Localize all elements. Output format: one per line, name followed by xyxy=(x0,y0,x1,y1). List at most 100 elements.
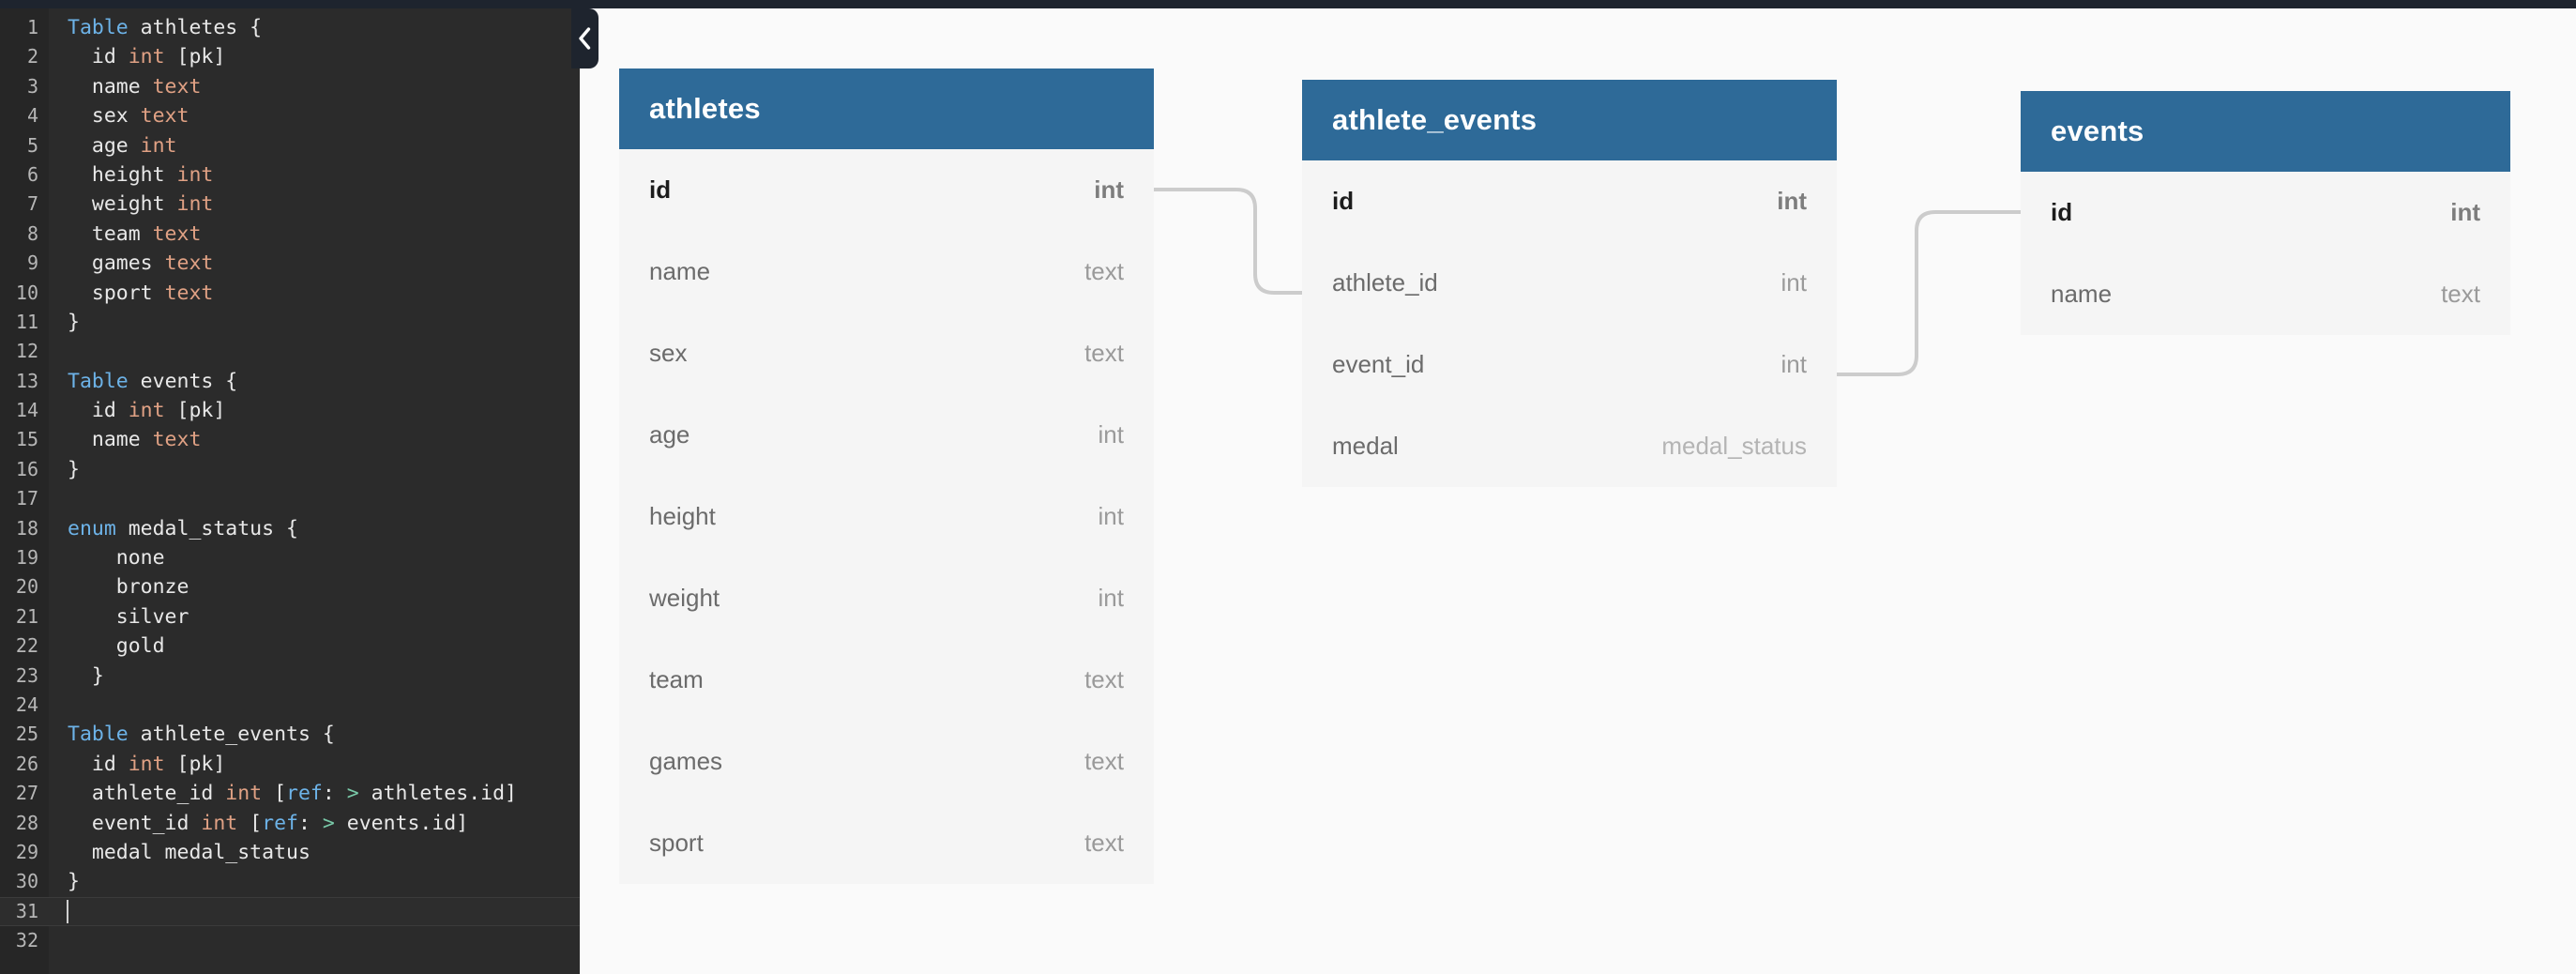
code-token: int xyxy=(128,45,165,69)
code-line[interactable]: 12 xyxy=(0,337,580,366)
code-line[interactable]: 11} xyxy=(0,308,580,337)
table-field-row[interactable]: id int xyxy=(2021,172,2510,253)
field-type: medal_status xyxy=(1661,432,1807,460)
table-card[interactable]: athletes id int name text sex text age int height… xyxy=(619,68,1154,884)
code-line[interactable]: 9 games text xyxy=(0,249,580,278)
table-card-header[interactable]: athletes xyxy=(619,68,1154,149)
line-text: sport text xyxy=(49,279,580,308)
code-line[interactable]: 31 xyxy=(0,896,580,927)
code-line[interactable]: 30} xyxy=(0,867,580,896)
line-text: none xyxy=(49,543,580,572)
code-token: enum xyxy=(68,516,116,540)
table-card[interactable]: events id int name text xyxy=(2021,91,2510,335)
field-name: athlete_id xyxy=(1332,268,1438,297)
line-text: id int [pk] xyxy=(49,42,580,71)
line-number: 5 xyxy=(26,133,38,157)
code-line[interactable]: 7 weight int xyxy=(0,190,580,219)
code-line[interactable]: 25 Table athlete_events { xyxy=(0,720,580,749)
code-line[interactable]: 20 bronze xyxy=(0,572,580,601)
field-name: sex xyxy=(649,339,688,367)
code-token: } xyxy=(68,663,104,688)
relationship-line[interactable] xyxy=(1837,210,2021,376)
code-token: [pk] xyxy=(164,752,226,776)
code-line[interactable]: 14 id int [pk] xyxy=(0,396,580,425)
code-token: text xyxy=(152,74,202,99)
code-token: int xyxy=(201,811,238,835)
editor-code-area[interactable]: 1 Table athletes {2 id int [pk] 3 name tex… xyxy=(0,8,580,974)
code-line[interactable]: 28 event_id int [ref: > events.id] xyxy=(0,809,580,838)
diagram-canvas[interactable]: athletes id int name text sex text age int height… xyxy=(580,8,2576,974)
code-line[interactable]: 18 enum medal_status { xyxy=(0,514,580,543)
code-token: athlete_events { xyxy=(128,723,335,747)
code-line[interactable]: 10 sport text xyxy=(0,279,580,308)
code-token: bronze xyxy=(68,575,189,600)
table-card-header[interactable]: athlete_events xyxy=(1302,80,1837,160)
line-number: 7 xyxy=(26,192,38,216)
table-field-row[interactable]: sport text xyxy=(619,802,1154,884)
code-token: none xyxy=(68,546,165,571)
code-line[interactable]: 27 athlete_id int [ref: > athletes.id] xyxy=(0,779,580,808)
table-field-row[interactable]: id int xyxy=(619,149,1154,231)
code-line[interactable]: 8 team text xyxy=(0,220,580,249)
line-text: silver xyxy=(49,602,580,632)
table-field-row[interactable]: sex text xyxy=(619,312,1154,394)
line-text: medal medal_status xyxy=(49,838,580,867)
code-line[interactable]: 32 xyxy=(0,926,580,955)
code-token: [pk] xyxy=(164,399,226,423)
code-line[interactable]: 3 name text xyxy=(0,72,580,101)
code-line[interactable]: 4 sex text xyxy=(0,101,580,130)
code-line[interactable]: 16} xyxy=(0,455,580,484)
code-token: [ xyxy=(237,811,263,835)
line-number: 15 xyxy=(15,428,38,451)
code-line[interactable]: 23 } xyxy=(0,662,580,691)
code-line[interactable]: 29 medal medal_status xyxy=(0,838,580,867)
code-line[interactable]: 13 Table events { xyxy=(0,367,580,396)
app-root: 1 Table athletes {2 id int [pk] 3 name tex… xyxy=(0,0,2576,974)
line-number: 21 xyxy=(15,604,38,628)
table-field-row[interactable]: name text xyxy=(619,231,1154,312)
field-name: id xyxy=(2051,198,2073,226)
table-field-row[interactable]: height int xyxy=(619,476,1154,557)
table-field-row[interactable]: medal medal_status xyxy=(1302,405,1837,487)
code-line[interactable]: 26 id int [pk] xyxy=(0,750,580,779)
code-token: Table xyxy=(68,723,129,747)
code-line[interactable]: 17 xyxy=(0,484,580,513)
table-field-row[interactable]: team text xyxy=(619,639,1154,721)
line-number: 23 xyxy=(15,663,38,687)
dbml-code-editor[interactable]: 1 Table athletes {2 id int [pk] 3 name tex… xyxy=(0,8,580,974)
table-card-body: id int name text xyxy=(2021,172,2510,335)
table-field-row[interactable]: age int xyxy=(619,394,1154,476)
line-number: 22 xyxy=(15,634,38,658)
code-line[interactable]: 24 xyxy=(0,691,580,720)
relationship-line[interactable] xyxy=(1154,188,1302,295)
code-line[interactable]: 19 none xyxy=(0,543,580,572)
code-line[interactable]: 21 silver xyxy=(0,602,580,632)
field-type: text xyxy=(1084,829,1124,857)
line-text: } xyxy=(49,867,580,896)
code-line[interactable]: 5 age int xyxy=(0,131,580,160)
line-number: 6 xyxy=(26,162,38,186)
table-field-row[interactable]: id int xyxy=(1302,160,1837,242)
code-token: silver xyxy=(68,604,189,629)
line-text: athlete_id int [ref: > athletes.id] xyxy=(49,779,580,808)
table-field-row[interactable]: athlete_id int xyxy=(1302,242,1837,324)
table-card[interactable]: athlete_events id int athlete_id int event_id… xyxy=(1302,80,1837,487)
code-token: Table xyxy=(68,369,129,393)
table-card-header[interactable]: events xyxy=(2021,91,2510,172)
code-line[interactable]: 1 Table athletes { xyxy=(0,13,580,42)
code-line[interactable]: 6 height int xyxy=(0,160,580,190)
line-text: } xyxy=(49,308,580,337)
line-text: games text xyxy=(49,249,580,278)
code-line[interactable]: 15 name text xyxy=(0,425,580,454)
collapse-editor-button[interactable] xyxy=(571,8,599,68)
field-name: id xyxy=(1332,187,1355,215)
table-field-row[interactable]: name text xyxy=(2021,253,2510,335)
line-number: 17 xyxy=(15,487,38,510)
code-line[interactable]: 2 id int [pk] xyxy=(0,42,580,71)
code-line[interactable]: 22 gold xyxy=(0,632,580,661)
table-field-row[interactable]: games text xyxy=(619,721,1154,802)
line-text: Table athletes { xyxy=(49,13,580,42)
code-token: text xyxy=(152,428,202,452)
table-field-row[interactable]: weight int xyxy=(619,557,1154,639)
table-field-row[interactable]: event_id int xyxy=(1302,324,1837,405)
